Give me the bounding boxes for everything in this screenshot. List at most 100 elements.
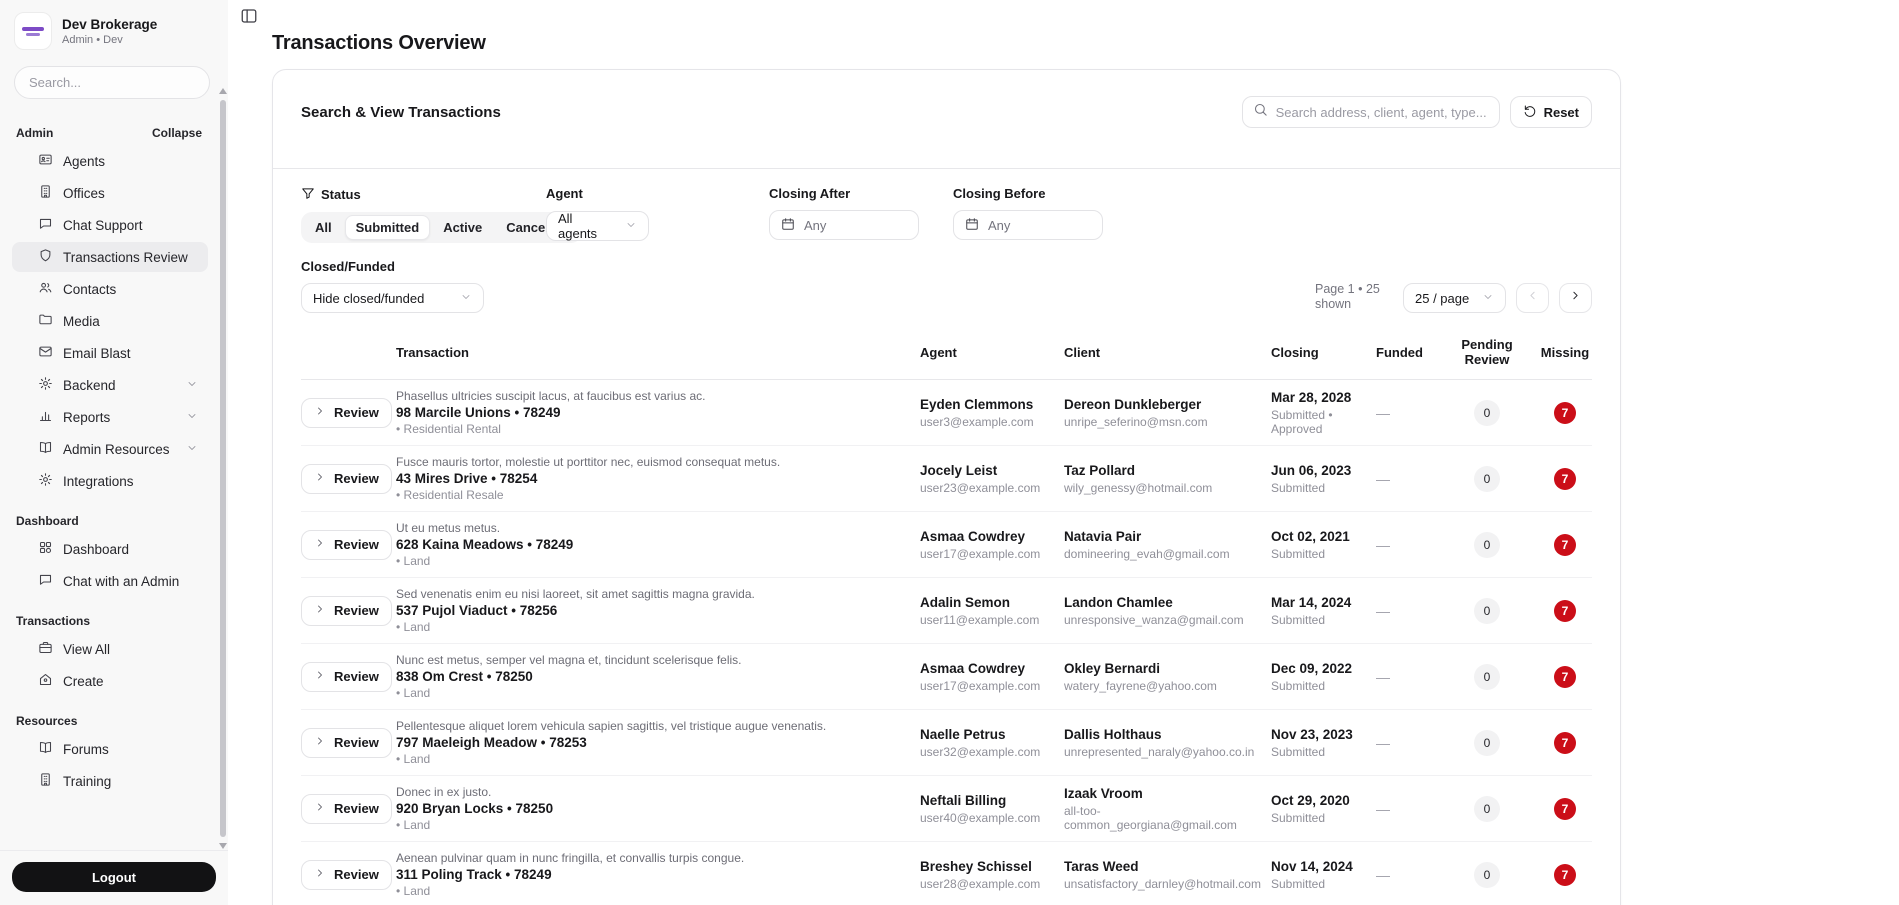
review-button[interactable]: Review <box>301 529 392 560</box>
next-page-button[interactable] <box>1559 283 1592 313</box>
sidebar-item-transactions-review[interactable]: Transactions Review <box>12 242 208 272</box>
sidebar-item-chat-support[interactable]: Chat Support <box>12 210 208 240</box>
chevron-right-icon <box>314 735 326 750</box>
reset-label: Reset <box>1543 104 1579 120</box>
sidebar-item-forums[interactable]: Forums <box>12 734 208 764</box>
scrollbar-up-arrow-icon[interactable] <box>219 88 227 94</box>
transaction-type: • Land <box>396 818 431 832</box>
column-closing: Closing <box>1271 344 1319 360</box>
sidebar-item-dashboard[interactable]: Dashboard <box>12 534 208 564</box>
transactions-search[interactable] <box>1241 96 1500 128</box>
missing-badge[interactable]: 7 <box>1554 467 1576 490</box>
transaction-description: Donec in ex justo. <box>396 785 492 799</box>
chevron-down-icon[interactable] <box>186 410 198 425</box>
sidebar-item-email-blast[interactable]: Email Blast <box>12 338 208 368</box>
review-button[interactable]: Review <box>301 397 392 428</box>
review-label: Review <box>334 603 379 618</box>
sidebar-item-offices[interactable]: Offices <box>12 178 208 208</box>
pending-review-badge: 0 <box>1474 729 1500 756</box>
sidebar-item-media[interactable]: Media <box>12 306 208 336</box>
sidebar-item-training[interactable]: Training <box>12 766 208 796</box>
section-label-admin: Admin <box>16 126 54 140</box>
prev-page-button[interactable] <box>1516 283 1549 313</box>
collapse-button[interactable]: Collapse <box>152 126 202 140</box>
sidebar-item-agents[interactable]: Agents <box>12 146 208 176</box>
review-button[interactable]: Review <box>301 859 392 890</box>
closing-status: Submitted <box>1271 876 1326 891</box>
page-size-select[interactable]: 25 / page <box>1403 283 1506 313</box>
missing-badge[interactable]: 7 <box>1554 401 1576 424</box>
table-row: Review Fusce mauris tortor, molestie ut … <box>301 446 1592 512</box>
sidebar-item-label: Transactions Review <box>63 249 188 265</box>
review-button[interactable]: Review <box>301 595 392 626</box>
folder-icon <box>38 312 53 330</box>
missing-badge[interactable]: 7 <box>1554 863 1576 886</box>
agent-select-value: All agents <box>558 211 598 241</box>
panel-title: Search & View Transactions <box>301 103 501 121</box>
status-option-submitted[interactable]: Submitted <box>344 215 431 240</box>
missing-badge[interactable]: 7 <box>1554 665 1576 688</box>
status-option-active[interactable]: Active <box>432 215 493 240</box>
agent-name: Breshey Schissel <box>920 858 1032 874</box>
chevron-down-icon[interactable] <box>186 378 198 393</box>
transaction-type: • Land <box>396 752 431 766</box>
sidebar-item-backend[interactable]: Backend <box>12 370 208 400</box>
page-title: Transactions Overview <box>272 32 486 54</box>
status-option-all[interactable]: All <box>304 215 343 240</box>
sidebar-toggle-icon[interactable] <box>240 7 258 25</box>
chevron-right-icon <box>314 801 326 816</box>
closing-date: Oct 02, 2021 <box>1271 528 1350 544</box>
sidebar-item-chat-with-an-admin[interactable]: Chat with an Admin <box>12 566 208 596</box>
client-email: domineering_evah@gmail.com <box>1064 546 1230 561</box>
missing-badge[interactable]: 7 <box>1554 533 1576 556</box>
review-button[interactable]: Review <box>301 793 392 824</box>
logout-button[interactable]: Logout <box>12 862 216 892</box>
missing-badge[interactable]: 7 <box>1554 797 1576 820</box>
closing-date: Mar 28, 2028 <box>1271 389 1352 405</box>
agent-name: Jocely Leist <box>920 462 998 478</box>
search-icon <box>1253 102 1268 122</box>
chevron-down-icon[interactable] <box>186 442 198 457</box>
client-email: wily_genessy@hotmail.com <box>1064 480 1213 495</box>
scrollbar-down-arrow-icon[interactable] <box>219 843 227 849</box>
closing-after-date-input[interactable]: Any <box>769 210 919 240</box>
sidebar-item-integrations[interactable]: Integrations <box>12 466 208 496</box>
missing-badge[interactable]: 7 <box>1554 731 1576 754</box>
sidebar-scrollbar[interactable] <box>219 88 227 849</box>
review-button[interactable]: Review <box>301 661 392 692</box>
missing-badge[interactable]: 7 <box>1554 599 1576 622</box>
closing-status: Submitted <box>1271 546 1326 561</box>
sidebar-item-create[interactable]: Create <box>12 666 208 696</box>
review-button[interactable]: Review <box>301 727 392 758</box>
reset-icon <box>1523 104 1537 121</box>
chevron-right-icon <box>314 471 326 486</box>
scrollbar-thumb[interactable] <box>220 100 226 837</box>
table-row: Review Donec in ex justo. 920 Bryan Lock… <box>301 776 1592 842</box>
calendar-icon <box>965 217 979 234</box>
sidebar-search-input[interactable] <box>14 66 210 99</box>
transactions-search-input[interactable] <box>1275 104 1489 120</box>
client-email: unresponsive_wanza@gmail.com <box>1064 612 1244 627</box>
review-button[interactable]: Review <box>301 463 392 494</box>
pending-review-badge: 0 <box>1474 795 1500 822</box>
chevron-right-icon <box>314 669 326 684</box>
gear-icon <box>38 472 53 490</box>
section-label-dashboard: Dashboard <box>16 514 79 528</box>
closed-funded-select[interactable]: Hide closed/funded <box>301 283 484 313</box>
closing-before-date-input[interactable]: Any <box>953 210 1103 240</box>
transaction-address: 628 Kaina Meadows • 78249 <box>396 537 574 552</box>
funnel-icon <box>301 186 315 203</box>
agent-select[interactable]: All agents <box>546 211 649 241</box>
client-name: Dallis Holthaus <box>1064 726 1162 742</box>
sidebar-item-view-all[interactable]: View All <box>12 634 208 664</box>
book-icon <box>38 440 53 458</box>
sidebar-item-contacts[interactable]: Contacts <box>12 274 208 304</box>
sidebar-item-reports[interactable]: Reports <box>12 402 208 432</box>
reset-button[interactable]: Reset <box>1509 96 1592 128</box>
sidebar-nav: Admin Collapse Agents Offices Chat Support Tr… <box>0 100 218 853</box>
sidebar-item-admin-resources[interactable]: Admin Resources <box>12 434 208 464</box>
client-email: unripe_seferino@msn.com <box>1064 414 1208 429</box>
home-icon <box>38 672 53 690</box>
building-icon <box>38 772 53 790</box>
chevron-right-icon <box>314 603 326 618</box>
